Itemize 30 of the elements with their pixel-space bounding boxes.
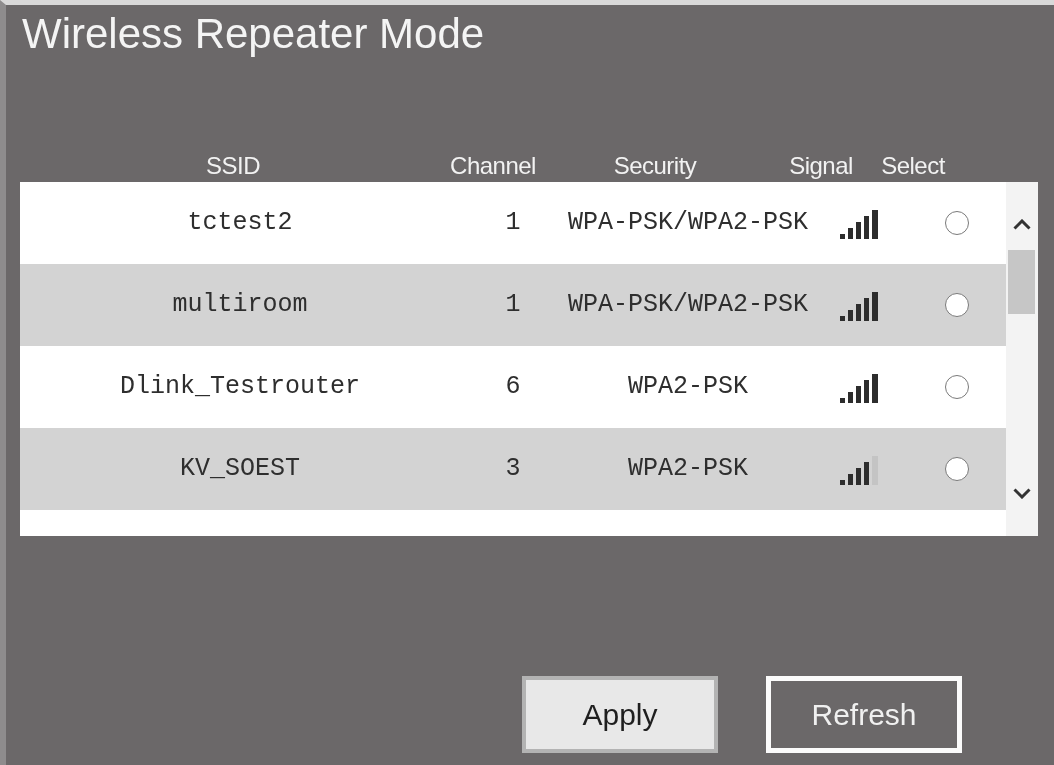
- security-type: WPA-PSK/WPA2-PSK: [567, 208, 808, 238]
- radio-button[interactable]: [945, 375, 969, 399]
- security-type: WPA2-PSK: [628, 372, 748, 402]
- ssid-label: tctest2: [187, 208, 293, 238]
- scrollbar-thumb[interactable]: [1008, 250, 1035, 314]
- security-type: WPA2-PSK: [628, 454, 748, 484]
- action-button[interactable]: Apply: [522, 676, 718, 753]
- column-header: Signal: [789, 151, 853, 181]
- radio-button[interactable]: [945, 293, 969, 317]
- column-header: Select: [881, 151, 945, 181]
- column-header: SSID: [206, 151, 260, 181]
- page-title: Wireless Repeater Mode: [22, 10, 485, 58]
- channel-number: 1: [505, 290, 521, 320]
- radio-button[interactable]: [945, 457, 969, 481]
- channel-number: 3: [505, 454, 521, 484]
- channel-number: 1: [505, 208, 521, 238]
- network-row[interactable]: multiroom 1 WPA-PSK/WPA2-PSK: [20, 264, 1006, 346]
- ssid-label: Dlink_Testrouter: [119, 372, 360, 402]
- ssid-label: KV_SOEST: [180, 454, 300, 484]
- radio-button[interactable]: [945, 211, 969, 235]
- ssid-label: multiroom: [172, 290, 308, 320]
- chevron-up-icon[interactable]: [1013, 219, 1031, 230]
- channel-number: 6: [505, 372, 521, 402]
- action-button[interactable]: Refresh: [766, 676, 962, 753]
- security-type: WPA-PSK/WPA2-PSK: [567, 290, 808, 320]
- scrollbar[interactable]: [1006, 182, 1038, 536]
- chevron-down-icon[interactable]: [1013, 488, 1031, 499]
- network-row[interactable]: KV_SOEST 3 WPA2-PSK: [20, 428, 1006, 510]
- column-header: Channel: [450, 151, 536, 181]
- column-header: Security: [613, 151, 697, 181]
